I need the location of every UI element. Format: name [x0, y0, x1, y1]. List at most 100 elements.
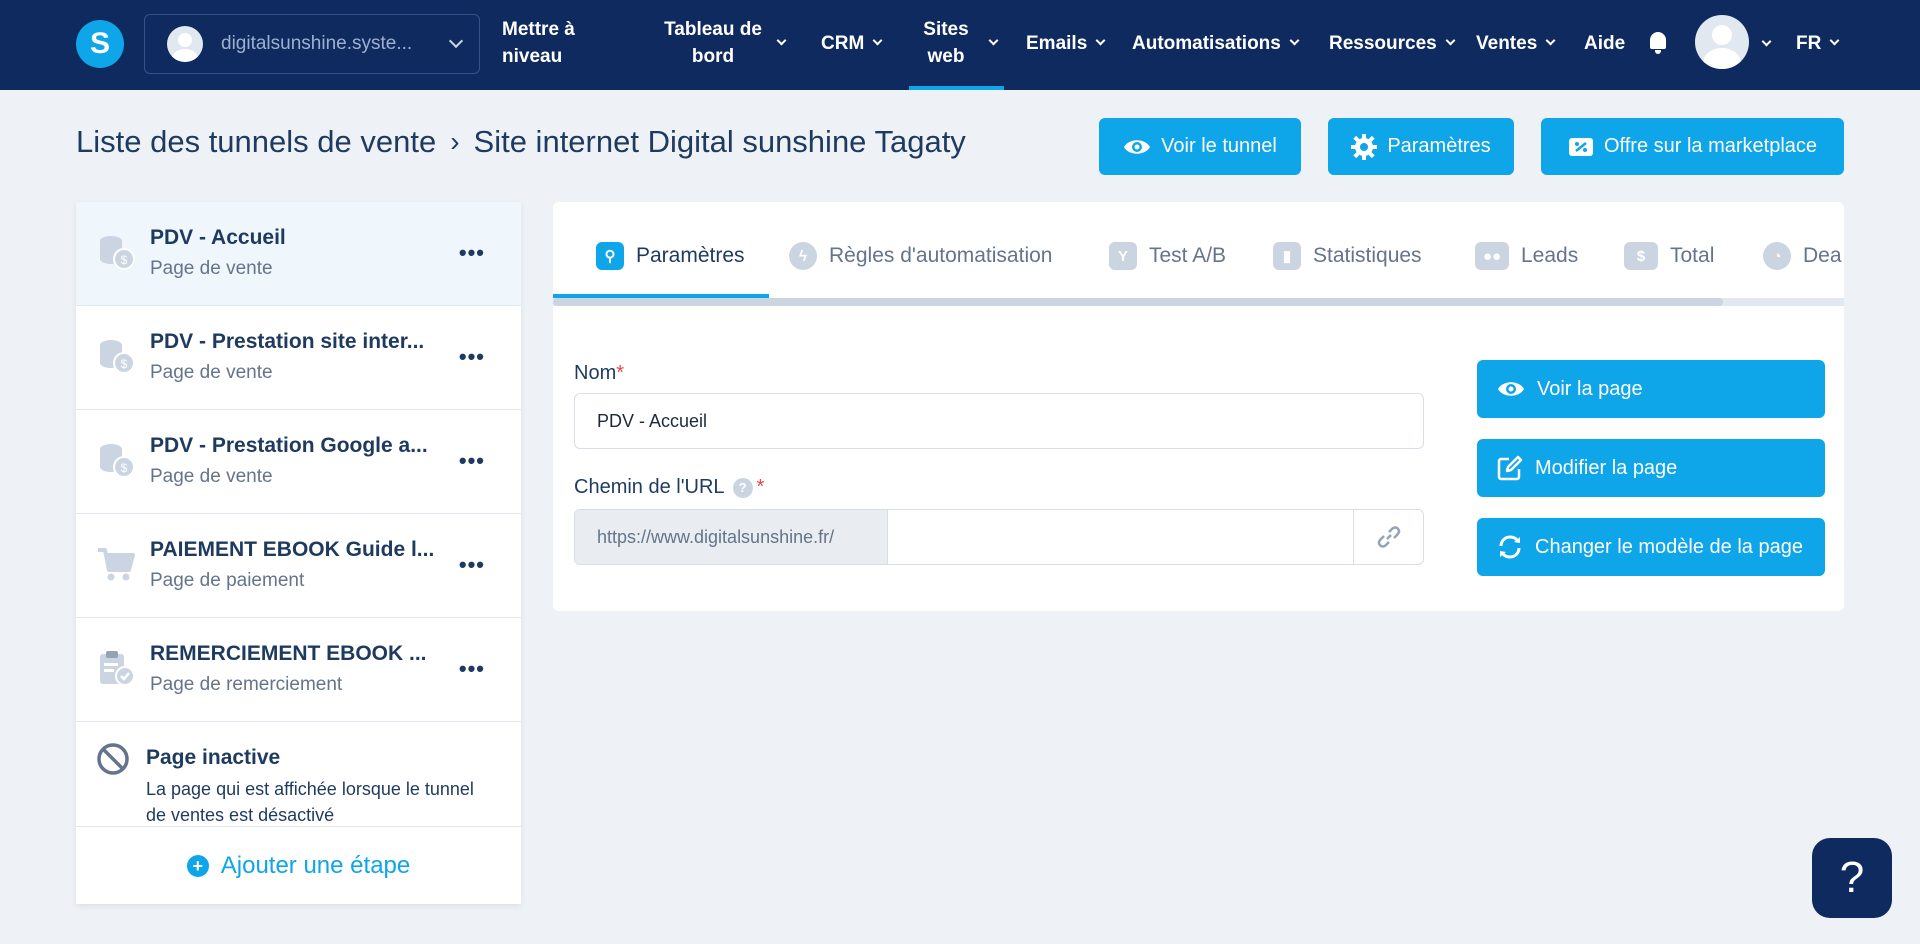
tab-scrollbar[interactable] — [553, 298, 1844, 306]
breadcrumb-root[interactable]: Liste des tunnels de vente — [76, 124, 436, 160]
step-title: PDV - Accueil — [150, 226, 286, 249]
account-switcher[interactable]: digitalsunshine.syste... — [144, 14, 480, 74]
tab-label: Total — [1670, 244, 1715, 267]
step-item[interactable]: REMERCIEMENT EBOOK ... Page de remerciem… — [76, 618, 521, 722]
url-path-input[interactable] — [888, 510, 1353, 564]
step-type: Page de vente — [150, 466, 273, 487]
tab-leads[interactable]: ●● Leads — [1475, 236, 1578, 276]
nav-websites[interactable]: Sites web — [918, 16, 999, 70]
nav-automations-label: Automatisations — [1132, 33, 1281, 54]
edit-page-label: Modifier la page — [1535, 456, 1678, 479]
chevron-down-icon — [776, 35, 787, 45]
gear-icon — [1351, 133, 1378, 160]
tab-statistics[interactable]: ▮ Statistiques — [1273, 236, 1422, 276]
step-type: Page de vente — [150, 362, 273, 383]
settings-button[interactable]: Paramètres — [1328, 118, 1514, 175]
more-options-icon[interactable]: ••• — [459, 656, 485, 682]
nav-crm[interactable]: CRM — [821, 30, 883, 57]
marketplace-button[interactable]: Offre sur la marketplace — [1541, 118, 1844, 175]
view-page-button[interactable]: Voir la page — [1477, 360, 1825, 418]
refresh-icon — [1499, 535, 1521, 559]
step-item[interactable]: PAIEMENT EBOOK Guide l... Page de paieme… — [76, 514, 521, 618]
marketplace-label: Offre sur la marketplace — [1603, 135, 1818, 157]
tab-total[interactable]: $ Total — [1624, 236, 1714, 276]
coins-icon: $ — [100, 340, 135, 374]
url-path-label-text: Chemin de l'URL — [574, 476, 725, 498]
edit-page-button[interactable]: Modifier la page — [1477, 439, 1825, 497]
url-path-field: https://www.digitalsunshine.fr/ — [574, 509, 1424, 565]
step-title: PAIEMENT EBOOK Guide l... — [150, 538, 435, 561]
link-icon — [1377, 526, 1400, 548]
help-chat-button[interactable]: ? — [1812, 838, 1892, 918]
step-item[interactable]: $ PDV - Prestation site inter... Page de… — [76, 306, 521, 410]
coins-icon: $ — [100, 444, 135, 478]
step-item[interactable]: $ PDV - Prestation Google a... Page de v… — [76, 410, 521, 514]
nav-emails-label: Emails — [1026, 33, 1088, 54]
top-navbar: S digitalsunshine.syste... Mettre à nive… — [0, 0, 1920, 90]
tab-label: Règles d'automatisation — [829, 244, 1053, 267]
nav-crm-label: CRM — [821, 33, 865, 54]
breadcrumb: Liste des tunnels de vente › Site intern… — [76, 124, 966, 160]
language-switcher[interactable]: FR — [1796, 30, 1840, 57]
user-avatar[interactable] — [1695, 15, 1749, 69]
svg-text:$: $ — [121, 357, 128, 371]
nav-dashboard[interactable]: Tableau de bord — [658, 16, 787, 70]
tab-ab-test[interactable]: Y Test A/B — [1109, 236, 1226, 276]
bell-icon[interactable] — [1648, 32, 1668, 54]
view-page-label: Voir la page — [1537, 377, 1643, 400]
tab-label: Leads — [1521, 244, 1579, 267]
step-type: Page de remerciement — [150, 674, 343, 695]
name-input[interactable]: PDV - Accueil — [574, 393, 1424, 449]
tab-settings[interactable]: ⚲ Paramètres — [596, 236, 745, 276]
eye-icon — [1124, 139, 1151, 154]
nav-resources[interactable]: Ressources — [1329, 30, 1456, 57]
nav-upgrade-label: Mettre à niveau — [502, 19, 575, 67]
chevron-down-icon — [988, 35, 999, 45]
tab-label: Statistiques — [1313, 244, 1422, 267]
nav-dashboard-label: Tableau de bord — [664, 19, 762, 67]
chevron-down-icon — [448, 33, 464, 49]
inactive-page-description: La page qui est affichée lorsque le tunn… — [146, 779, 474, 825]
scrollbar-thumb[interactable] — [553, 298, 1723, 306]
change-template-label: Changer le modèle de la page — [1535, 535, 1803, 558]
required-mark: * — [756, 476, 765, 498]
chevron-down-icon — [1445, 35, 1456, 46]
step-title: PDV - Prestation Google a... — [150, 434, 428, 457]
tab-deals[interactable]: ◔ Dea — [1763, 236, 1842, 276]
plus-circle-icon: + — [186, 854, 209, 877]
funnel-steps-sidebar: $ PDV - Accueil Page de vente ••• $ PDV … — [76, 202, 521, 904]
nav-sales-label: Ventes — [1476, 33, 1538, 54]
nav-upgrade[interactable]: Mettre à niveau — [502, 16, 582, 70]
bolt-icon: ϟ — [789, 242, 817, 270]
chevron-down-icon[interactable] — [1761, 36, 1772, 47]
step-item[interactable]: $ PDV - Accueil Page de vente ••• — [76, 202, 521, 306]
change-template-button[interactable]: Changer le modèle de la page — [1477, 518, 1825, 576]
add-step-button[interactable]: + Ajouter une étape — [76, 826, 521, 904]
nav-active-indicator — [909, 86, 1004, 90]
more-options-icon[interactable]: ••• — [459, 552, 485, 578]
users-icon: ●● — [1475, 242, 1509, 270]
coins-icon: $ — [100, 236, 135, 270]
step-type: Page de paiement — [150, 570, 305, 591]
chevron-down-icon — [872, 35, 883, 46]
more-options-icon[interactable]: ••• — [459, 344, 485, 370]
nav-sales[interactable]: Ventes — [1476, 30, 1556, 57]
view-funnel-button[interactable]: Voir le tunnel — [1099, 118, 1301, 175]
chevron-down-icon — [1095, 35, 1106, 46]
nav-help[interactable]: Aide — [1584, 30, 1625, 57]
nav-emails[interactable]: Emails — [1026, 30, 1106, 57]
clipboard-check-icon — [100, 651, 135, 686]
breadcrumb-current: Site internet Digital sunshine Tagaty — [473, 124, 966, 159]
svg-text:$: $ — [121, 461, 128, 475]
help-icon[interactable]: ? — [732, 477, 753, 498]
more-options-icon[interactable]: ••• — [459, 240, 485, 266]
nav-websites-label: Sites web — [923, 19, 969, 67]
app-logo[interactable]: S — [76, 20, 124, 68]
tab-automation-rules[interactable]: ϟ Règles d'automatisation — [789, 236, 1052, 276]
svg-text:$: $ — [121, 253, 128, 267]
more-options-icon[interactable]: ••• — [459, 448, 485, 474]
chart-icon: ▮ — [1273, 242, 1301, 270]
nav-automations[interactable]: Automatisations — [1132, 30, 1300, 57]
link-button[interactable] — [1353, 510, 1423, 564]
inactive-page-step[interactable]: Page inactive La page qui est affichée l… — [76, 722, 521, 826]
